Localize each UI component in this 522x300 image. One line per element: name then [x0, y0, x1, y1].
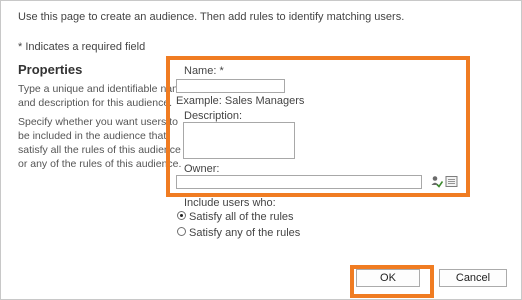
help-line: Type a unique and identifiable name [18, 83, 187, 95]
help-line: or any of the rules of this audience. [18, 158, 182, 170]
satisfy-all-radio[interactable] [177, 211, 186, 220]
cancel-button[interactable]: Cancel [439, 269, 507, 287]
help-line: be included in the audience that [18, 130, 167, 142]
intro-text: Use this page to create an audience. The… [18, 11, 405, 23]
help-line: Specify whether you want users to [18, 116, 178, 128]
properties-title: Properties [18, 62, 83, 77]
ok-button[interactable]: OK [356, 269, 420, 287]
name-input[interactable] [176, 79, 285, 93]
required-note: * Indicates a required field [18, 41, 146, 53]
satisfy-all-label[interactable]: Satisfy all of the rules [189, 211, 294, 223]
owner-label: Owner: [184, 163, 220, 175]
address-book-icon[interactable] [445, 175, 458, 188]
name-label: Name: * [184, 65, 224, 77]
name-example-text: Example: Sales Managers [176, 95, 305, 107]
description-label: Description: [184, 110, 243, 122]
check-names-icon[interactable] [430, 175, 443, 188]
description-textarea[interactable] [183, 122, 295, 159]
help-line: satisfy all the rules of this audience [18, 144, 181, 156]
help-line: and description for this audience. [18, 97, 173, 109]
include-users-label: Include users who: [184, 197, 276, 209]
satisfy-any-radio[interactable] [177, 227, 186, 236]
owner-input[interactable] [176, 175, 422, 189]
satisfy-any-label[interactable]: Satisfy any of the rules [189, 227, 300, 239]
